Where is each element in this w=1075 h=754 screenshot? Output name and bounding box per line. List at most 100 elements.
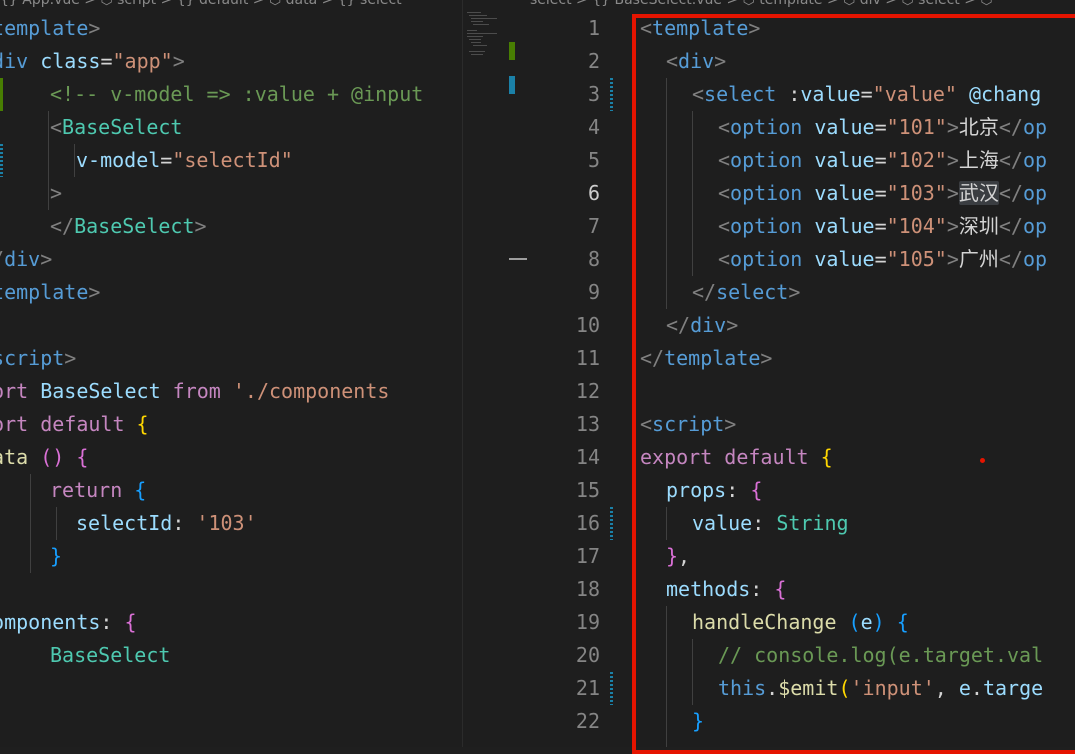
code-line[interactable]: <option value="101">北京</op xyxy=(718,111,1047,144)
code-token: > xyxy=(946,115,959,139)
code-line[interactable]: </template> xyxy=(640,342,772,375)
code-line[interactable]: <option value="105">广州</op xyxy=(718,243,1047,276)
code-token: </ xyxy=(640,346,665,370)
code-line[interactable]: <option value="102">上海</op xyxy=(718,144,1047,177)
code-token: > xyxy=(88,16,101,40)
code-token: "app" xyxy=(112,49,173,73)
line-number: 7 xyxy=(587,214,600,238)
code-line[interactable]: components: { xyxy=(0,606,137,639)
right-breadcrumb[interactable]: select > {} BaseSelect.vue > ⬡ template … xyxy=(530,0,1075,10)
line-number: 16 xyxy=(575,511,600,535)
code-token: { xyxy=(820,445,833,469)
code-token: // console.log(e.target.val xyxy=(718,643,1044,667)
code-token: = xyxy=(100,49,113,73)
code-token: = xyxy=(874,148,887,172)
code-token: value xyxy=(800,82,861,106)
code-line[interactable]: }, xyxy=(666,540,690,573)
code-line[interactable]: }, xyxy=(0,573,4,606)
code-token: $emit xyxy=(778,676,839,700)
code-token: './components xyxy=(232,379,390,403)
code-line[interactable]: value: String xyxy=(692,507,849,540)
code-line[interactable]: </div> xyxy=(666,309,738,342)
code-line[interactable]: <!-- v-model => :value + @input xyxy=(50,78,423,111)
indent-guide xyxy=(692,639,693,705)
code-token: { xyxy=(750,478,763,502)
code-token: option xyxy=(730,148,815,172)
right-editor[interactable]: select > {} BaseSelect.vue > ⬡ template … xyxy=(530,0,1075,747)
code-line[interactable]: data () { xyxy=(0,441,88,474)
code-token: "value" xyxy=(872,82,957,106)
code-line[interactable]: port BaseSelect from './components xyxy=(0,375,389,408)
code-token: : xyxy=(750,577,775,601)
code-line[interactable]: <div> xyxy=(666,45,726,78)
line-number: 6 xyxy=(587,181,600,205)
code-token: template xyxy=(652,16,749,40)
scrollbar-added-marker xyxy=(509,42,515,60)
code-token: { xyxy=(136,412,149,436)
code-line[interactable]: this.$emit('input', e.targe xyxy=(718,672,1043,705)
code-line[interactable]: return { xyxy=(50,474,146,507)
code-token: : xyxy=(788,82,801,106)
code-token: '103' xyxy=(196,511,257,535)
code-line[interactable]: </select> xyxy=(692,276,800,309)
code-line[interactable]: </div> xyxy=(0,243,52,276)
minimap-divider[interactable] xyxy=(462,0,531,747)
code-line[interactable]: </BaseSelect> xyxy=(50,210,207,243)
line-number: 19 xyxy=(575,610,600,634)
code-line[interactable]: } xyxy=(692,705,704,738)
gutter-modified-marker xyxy=(610,672,613,705)
minimap[interactable] xyxy=(467,10,507,70)
code-token: > xyxy=(726,313,739,337)
red-dot-marker xyxy=(980,458,985,463)
code-token: : xyxy=(100,610,125,634)
code-token: @chang xyxy=(969,82,1042,106)
code-line[interactable]: > xyxy=(50,177,62,210)
code-token: value xyxy=(814,247,875,271)
code-line[interactable]: <BaseSelect xyxy=(50,111,182,144)
indent-guide xyxy=(56,507,57,540)
code-line[interactable]: <template> xyxy=(0,276,100,309)
code-line[interactable]: export default { xyxy=(640,441,833,474)
code-token: option xyxy=(730,181,815,205)
code-token: </ xyxy=(50,214,75,238)
left-editor[interactable]: {} App.vue > ⬡ script > {} default > ⬡ d… xyxy=(0,0,462,747)
code-token: = xyxy=(874,247,887,271)
code-token: > xyxy=(88,280,101,304)
code-token: > xyxy=(64,346,77,370)
code-line[interactable]: <template> xyxy=(640,12,760,45)
code-token: e xyxy=(860,610,873,634)
code-token: select xyxy=(716,280,789,304)
code-token: "105" xyxy=(886,247,947,271)
code-line[interactable]: methods: { xyxy=(666,573,786,606)
code-line[interactable]: BaseSelect xyxy=(50,639,170,672)
code-token: components xyxy=(0,610,101,634)
code-token: > xyxy=(946,148,959,172)
code-token: > xyxy=(50,181,63,205)
code-line[interactable]: <option value="103">武汉</op xyxy=(718,177,1047,210)
code-token: return xyxy=(50,478,135,502)
code-line[interactable]: handleChange (e) { xyxy=(692,606,909,639)
code-line[interactable]: <script> xyxy=(640,408,736,441)
code-line[interactable]: <option value="104">深圳</op xyxy=(718,210,1047,243)
code-line[interactable]: <div class="app"> xyxy=(0,45,185,78)
code-token: = xyxy=(874,181,887,205)
indent-guide xyxy=(692,111,693,276)
code-line[interactable]: v-model="selectId" xyxy=(76,144,293,177)
left-breadcrumb[interactable]: {} App.vue > ⬡ script > {} default > ⬡ d… xyxy=(0,0,462,10)
code-line[interactable]: <select :value="value" @chang xyxy=(692,78,1041,111)
code-line[interactable]: // console.log(e.target.val xyxy=(718,639,1043,672)
code-line[interactable]: } xyxy=(50,540,62,573)
code-line[interactable]: <script> xyxy=(0,342,76,375)
line-number: 1 xyxy=(587,16,600,40)
code-line[interactable]: <template> xyxy=(0,12,100,45)
code-token: , xyxy=(0,577,4,601)
code-token: < xyxy=(718,247,731,271)
line-number: 5 xyxy=(587,148,600,172)
code-line[interactable]: props: { xyxy=(666,474,762,507)
code-token: : xyxy=(726,478,751,502)
line-number: 17 xyxy=(575,544,600,568)
line-number: 14 xyxy=(575,445,600,469)
code-line[interactable]: port default { xyxy=(0,408,149,441)
code-line[interactable]: selectId: '103' xyxy=(76,507,257,540)
